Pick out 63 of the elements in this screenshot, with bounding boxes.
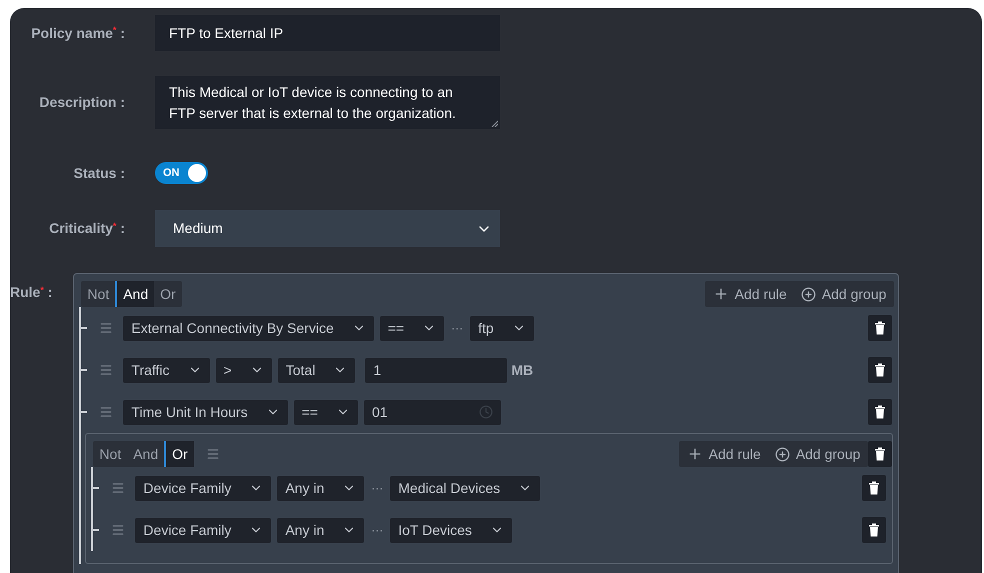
rule-select[interactable]: IoT Devices [390, 518, 512, 542]
value-separator: ··· [371, 480, 384, 497]
status-toggle[interactable]: ON [155, 162, 208, 184]
combinator-tab[interactable]: Not [93, 441, 128, 467]
combinator-tab[interactable]: And [115, 281, 154, 307]
trash-icon [874, 405, 886, 419]
rule-select[interactable]: Medical Devices [390, 476, 540, 500]
rule-select[interactable]: Traffic [123, 358, 210, 382]
plus-icon [712, 286, 729, 302]
rule-select[interactable]: External Connectivity By Service [123, 316, 374, 340]
delete-button[interactable] [868, 315, 892, 341]
combinator-tab[interactable]: And [127, 441, 164, 467]
drag-handle-icon[interactable] [99, 405, 114, 419]
field-label: Criticality$^{*}$ : [48, 219, 125, 238]
delete-button[interactable] [862, 475, 886, 501]
unit-label: MB [511, 360, 534, 380]
field-label: Policy name$^{*}$ : [30, 24, 125, 43]
combinator-tab[interactable]: Not [81, 281, 116, 307]
trash-icon [874, 363, 886, 377]
value-separator: ··· [451, 320, 464, 337]
rule-select[interactable]: ftp [470, 316, 534, 340]
delete-button[interactable] [868, 357, 892, 383]
drag-handle-icon[interactable] [111, 523, 126, 537]
rule-select[interactable]: Device Family [135, 476, 272, 500]
description-text-area[interactable]: This Medical or IoT device is connecting to an FTP server that is external to the organization. [155, 76, 500, 129]
rule-select[interactable]: == [294, 400, 358, 424]
rule-select[interactable]: Total [278, 358, 356, 382]
add-rule-button[interactable]: Add rule [712, 284, 787, 304]
policy-name-input-field[interactable]: FTP to External IP [155, 15, 500, 51]
rule-select[interactable]: == [380, 316, 444, 340]
clock-icon [478, 405, 493, 419]
add-rule-button[interactable]: Add rule [686, 444, 761, 464]
trash-icon [874, 321, 886, 335]
rule-select[interactable]: > [216, 358, 272, 382]
drag-handle-icon[interactable] [206, 447, 220, 461]
rule-select[interactable]: Device Family [135, 518, 272, 542]
field-label: Description : [38, 93, 125, 112]
delete-button[interactable] [862, 517, 886, 543]
criticality-select[interactable]: Medium [155, 210, 500, 247]
circle-plus-icon [774, 446, 790, 462]
delete-button[interactable] [868, 399, 892, 425]
trash-icon [874, 447, 886, 461]
drag-handle-icon[interactable] [99, 363, 114, 377]
field-label: Rule$^{*}$ : [10, 284, 52, 300]
drag-handle-icon[interactable] [99, 321, 114, 335]
trash-icon [868, 481, 880, 495]
delete-button[interactable] [868, 441, 892, 467]
circle-plus-icon [800, 286, 816, 302]
add-group-button[interactable]: Add group [800, 284, 886, 304]
resize-grip-icon [491, 120, 498, 127]
rule-select[interactable]: Any in [277, 518, 364, 542]
value-separator: ··· [371, 522, 384, 539]
time-input-field[interactable]: 01 [364, 400, 501, 424]
combinator-tab[interactable]: Or [164, 441, 194, 467]
plus-icon [686, 446, 703, 462]
drag-handle-icon[interactable] [111, 481, 126, 495]
combinator-tab[interactable]: Or [154, 281, 182, 307]
rule-select[interactable]: Time Unit In Hours [123, 400, 288, 424]
trash-icon [868, 523, 880, 537]
field-label: Status : [72, 164, 125, 182]
value-input-field[interactable]: 1 [365, 358, 508, 382]
rule-select[interactable]: Any in [277, 476, 364, 500]
add-group-button[interactable]: Add group [774, 444, 860, 464]
